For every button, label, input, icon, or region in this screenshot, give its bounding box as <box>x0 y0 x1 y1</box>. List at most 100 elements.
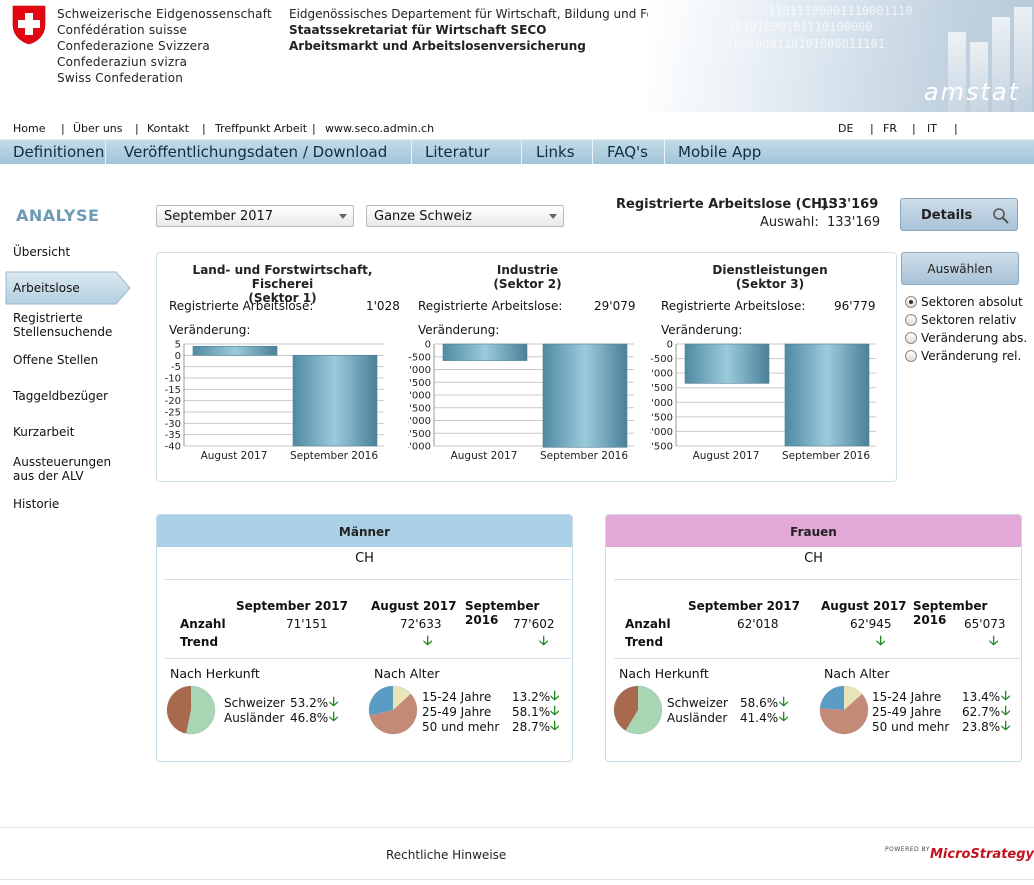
trend-down-icon: 🡣 <box>539 634 549 649</box>
radio-unchecked-icon <box>905 332 917 344</box>
bar <box>192 345 278 356</box>
nav-mobile-app[interactable]: Mobile App <box>678 143 761 161</box>
region-select-value: Ganze Schweiz <box>374 209 472 224</box>
radio-unchecked-icon <box>905 350 917 362</box>
lang-fr[interactable]: FR <box>883 122 897 135</box>
sidebar-item-aussteuerungen[interactable]: Aussteuerungen aus der ALV <box>13 455 113 483</box>
sidebar-title: ANALYSE <box>16 206 100 225</box>
y-tick-label: -3'500 <box>650 442 673 453</box>
link-treffpunkt-arbeit[interactable]: Treffpunkt Arbeit <box>215 122 307 135</box>
y-tick-label: 0 <box>425 340 431 351</box>
sidebar-item-stellensuchende[interactable]: Registrierte Stellensuchende <box>13 311 113 339</box>
microstrategy-logo: MicroStrategy <box>930 847 1034 862</box>
sidebar-item-historie[interactable]: Historie <box>13 497 59 511</box>
sector-title-line: Land- und Forstwirtschaft, Fischerei <box>192 263 373 291</box>
nav-definitionen[interactable]: Definitionen <box>13 143 104 161</box>
link-kontakt[interactable]: Kontakt <box>147 122 189 135</box>
nav-download[interactable]: Veröffentlichungsdaten / Download <box>124 143 387 161</box>
sidebar-item-taggeldbezueger[interactable]: Taggeldbezüger <box>13 389 108 403</box>
link-home[interactable]: Home <box>13 122 45 135</box>
trend-down-icon: 🡣 <box>550 719 560 734</box>
radio-label: Sektoren absolut <box>921 295 1023 309</box>
sidebar-item-arbeitslose[interactable]: Arbeitslose <box>13 281 80 295</box>
age-pie-chart <box>819 685 869 735</box>
pie-slice <box>167 686 191 734</box>
age-value: 58.1% <box>512 705 551 719</box>
age-label: 25-49 Jahre <box>872 705 942 719</box>
footer-divider <box>0 879 1034 880</box>
trend-down-icon: 🡣 <box>876 634 886 649</box>
age-label: 25-49 Jahre <box>422 705 492 719</box>
sector2-chart: 0-500 -1'000 -1'500 -2'000-2'500 -3'000 -3'50… <box>408 340 634 462</box>
month-select-value: September 2017 <box>164 209 274 224</box>
origin-title: Nach Herkunft <box>619 666 709 681</box>
radio-sektoren-relativ[interactable]: Sektoren relativ <box>905 313 1016 327</box>
radio-unchecked-icon <box>905 314 917 326</box>
anzahl-label: Anzahl <box>180 617 226 631</box>
x-tick-label: September 2016 <box>290 450 378 462</box>
main-nav: Definitionen Veröffentlichungsdaten / Do… <box>0 139 1034 165</box>
region-select[interactable]: Ganze Schweiz <box>366 205 564 227</box>
radio-checked-icon <box>905 296 917 308</box>
x-tick-label: August 2017 <box>451 450 518 462</box>
anzahl-value: 72'633 <box>400 617 442 631</box>
anzahl-value: 62'945 <box>850 617 892 631</box>
origin-label: Ausländer <box>224 711 285 725</box>
legal-notice-link[interactable]: Rechtliche Hinweise <box>386 848 506 862</box>
nav-links[interactable]: Links <box>536 143 575 161</box>
link-ueber-uns[interactable]: Über uns <box>73 122 123 135</box>
frauen-panel-title: Frauen <box>606 515 1021 547</box>
confederation-name: Confederazione Svizzera <box>57 39 210 53</box>
top-links-bar: Home | Über uns | Kontakt | Treffpunkt A… <box>0 118 1034 138</box>
trend-down-icon: 🡣 <box>1001 719 1011 734</box>
sector-title-line: (Sektor 2) <box>493 277 562 291</box>
binary-decoration: 11011100001110001110 <box>768 4 913 18</box>
month-select[interactable]: September 2017 <box>156 205 354 227</box>
y-tick-label: -1'500 <box>650 383 673 394</box>
link-separator: | <box>870 122 874 135</box>
anzahl-value: 71'151 <box>286 617 328 631</box>
age-label: 50 und mehr <box>422 720 500 734</box>
frauen-panel: Frauen CH September 2017 August 2017 Sep… <box>605 514 1022 762</box>
y-tick-label: 0 <box>667 340 673 351</box>
details-button[interactable]: Details <box>900 198 1018 231</box>
radio-sektoren-absolut[interactable]: Sektoren absolut <box>905 295 1023 309</box>
selection-label: Auswahl: <box>760 215 819 230</box>
nav-faq[interactable]: FAQ's <box>607 143 648 161</box>
sidebar-item-kurzarbeit[interactable]: Kurzarbeit <box>13 425 74 439</box>
age-value: 23.8% <box>962 720 1001 734</box>
y-tick-label: -1'000 <box>650 369 673 380</box>
radio-label: Sektoren relativ <box>921 313 1017 327</box>
binary-decoration: 1000000110101000011101 <box>726 37 885 51</box>
sidebar-item-offene-stellen[interactable]: Offene Stellen <box>13 353 98 367</box>
link-separator: | <box>312 122 316 135</box>
y-tick-label: -20 <box>165 396 181 407</box>
age-label: 15-24 Jahre <box>422 690 492 704</box>
confederation-name: Confederaziun svizra <box>57 55 188 69</box>
confederation-names: Schweizerische Eidgenossenschaft Confédé… <box>57 6 272 86</box>
region-label: CH <box>355 551 374 566</box>
y-tick-label: -1'500 <box>408 378 431 389</box>
y-tick-label: -2'500 <box>408 403 431 414</box>
x-tick-label: August 2017 <box>693 450 760 462</box>
select-button[interactable]: Auswählen <box>901 252 1019 285</box>
confederation-name: Confédération suisse <box>57 23 188 37</box>
y-tick-label: -5 <box>171 362 181 373</box>
origin-label: Schweizer <box>224 696 285 710</box>
nav-literatur[interactable]: Literatur <box>425 143 490 161</box>
trend-down-icon: 🡣 <box>989 634 999 649</box>
y-tick-label: -15 <box>165 385 181 396</box>
link-seco[interactable]: www.seco.admin.ch <box>325 122 434 135</box>
y-tick-label: -4'000 <box>408 442 431 453</box>
radio-veraenderung-abs[interactable]: Veränderung abs. <box>905 331 1027 345</box>
radio-veraenderung-rel[interactable]: Veränderung rel. <box>905 349 1021 363</box>
amstat-banner: 11011100001110001110 1010100010111010000… <box>648 0 1034 112</box>
lang-it[interactable]: IT <box>927 122 937 135</box>
sector-change-label: Veränderung: <box>661 323 743 337</box>
footer-divider <box>0 827 1034 828</box>
x-tick-label: September 2016 <box>782 450 870 462</box>
anzahl-value: 62'018 <box>737 617 779 631</box>
confederation-name: Swiss Confederation <box>57 71 184 85</box>
sidebar-item-uebersicht[interactable]: Übersicht <box>13 245 70 259</box>
lang-de[interactable]: DE <box>838 122 853 135</box>
